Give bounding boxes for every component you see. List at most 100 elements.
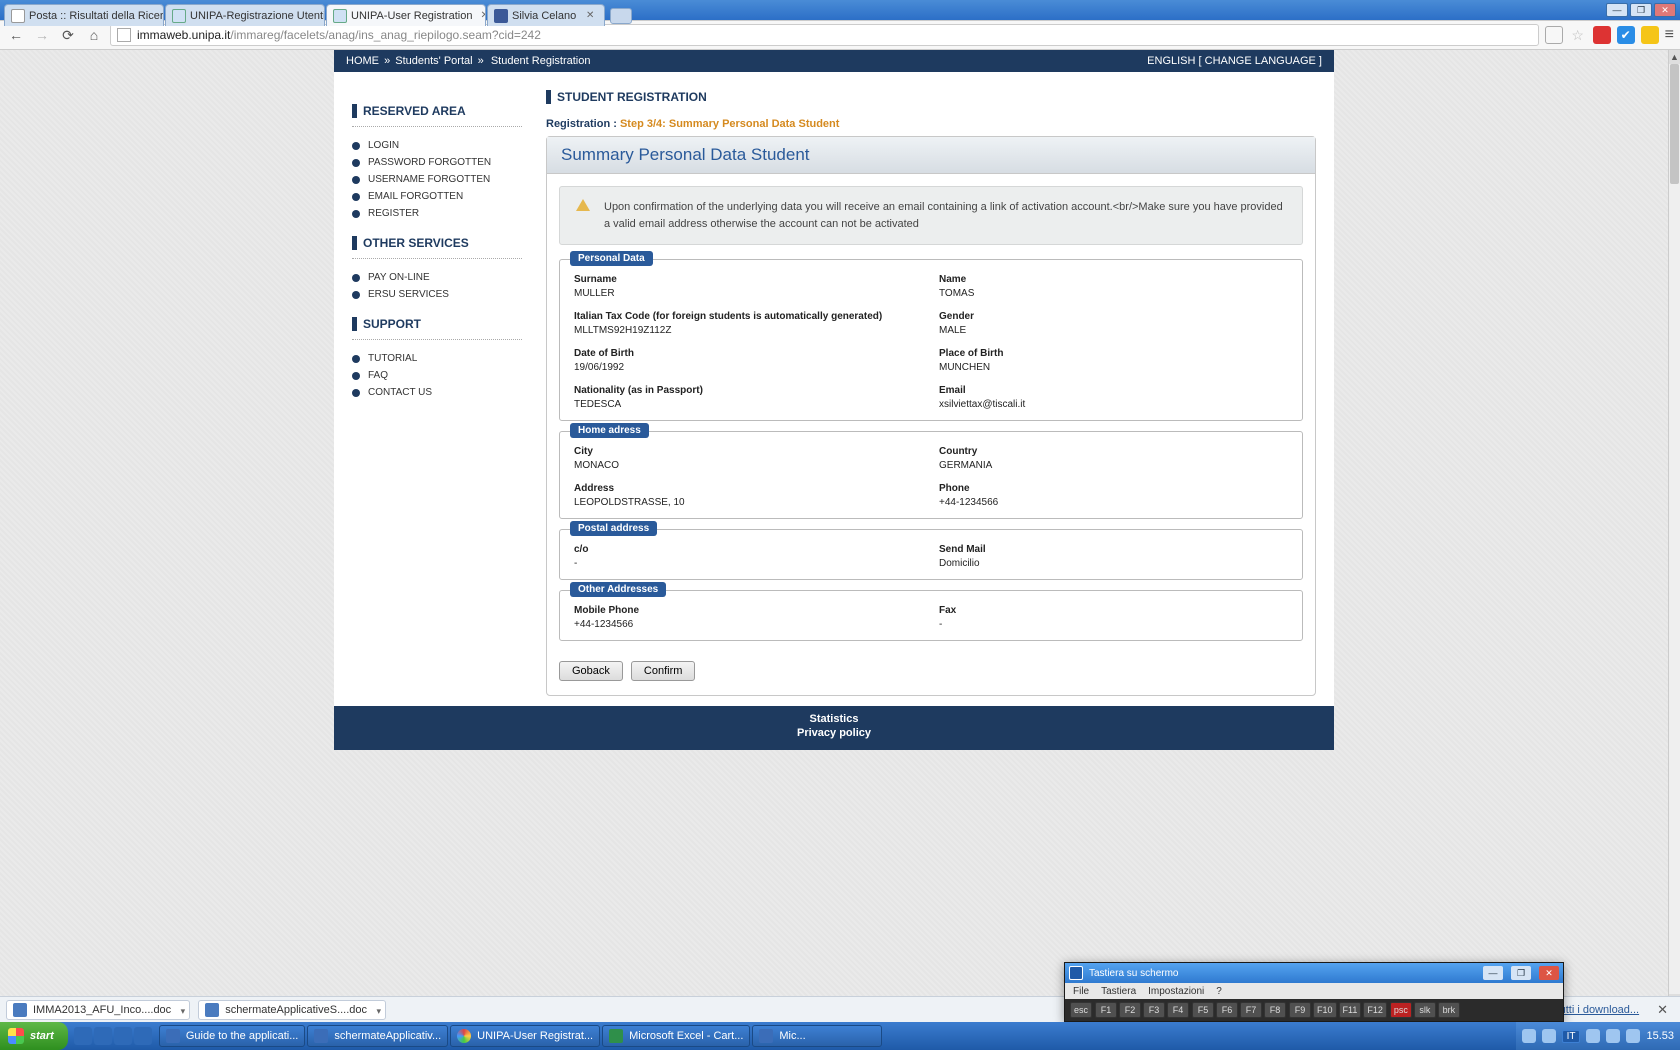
breadcrumb-portal[interactable]: Students' Portal bbox=[395, 55, 472, 67]
extension-icon[interactable] bbox=[1593, 26, 1611, 44]
goback-button[interactable]: Goback bbox=[559, 661, 623, 681]
footer-statistics[interactable]: Statistics bbox=[334, 712, 1334, 726]
taskbar-app-button[interactable]: UNIPA-User Registrat... bbox=[450, 1025, 600, 1047]
sidebar-item[interactable]: CONTACT US bbox=[352, 384, 522, 401]
home-address-group: Home adress CityMONACOCountryGERMANIAAdd… bbox=[559, 431, 1303, 519]
close-download-shelf-icon[interactable]: ✕ bbox=[1657, 1002, 1668, 1018]
osk-key[interactable]: brk bbox=[1438, 1002, 1460, 1018]
back-button[interactable]: ← bbox=[6, 25, 26, 45]
sidebar-item[interactable]: USERNAME FORGOTTEN bbox=[352, 171, 522, 188]
osk-key[interactable]: F8 bbox=[1264, 1002, 1286, 1018]
sidebar-item[interactable]: PASSWORD FORGOTTEN bbox=[352, 154, 522, 171]
field: Phone+44-1234566 bbox=[939, 483, 1288, 508]
osk-menu-item[interactable]: ? bbox=[1216, 986, 1222, 997]
osk-key[interactable]: F12 bbox=[1363, 1002, 1387, 1018]
language-indicator[interactable]: IT bbox=[1562, 1030, 1581, 1043]
vertical-scrollbar[interactable]: ▲ ▼ bbox=[1668, 50, 1680, 1008]
osk-key[interactable]: F9 bbox=[1289, 1002, 1311, 1018]
sidebar-item[interactable]: EMAIL FORGOTTEN bbox=[352, 188, 522, 205]
osk-key[interactable]: F10 bbox=[1313, 1002, 1337, 1018]
tab-close-icon[interactable]: ✕ bbox=[584, 10, 596, 22]
osk-key[interactable]: F4 bbox=[1167, 1002, 1189, 1018]
ql-media-icon[interactable] bbox=[134, 1027, 152, 1045]
sidebar-item[interactable]: REGISTER bbox=[352, 205, 522, 222]
start-button[interactable]: start bbox=[0, 1022, 68, 1050]
download-file[interactable]: schermateApplicativeS....doc ▾ bbox=[198, 1000, 386, 1020]
osk-key[interactable]: F5 bbox=[1192, 1002, 1214, 1018]
osk-key[interactable]: slk bbox=[1414, 1002, 1436, 1018]
osk-key[interactable]: F11 bbox=[1339, 1002, 1362, 1018]
osk-key[interactable]: F3 bbox=[1143, 1002, 1165, 1018]
browser-menu-icon[interactable]: ≡ bbox=[1665, 26, 1674, 44]
home-button[interactable]: ⌂ bbox=[84, 25, 104, 45]
breadcrumb-home[interactable]: HOME bbox=[346, 55, 379, 67]
scroll-thumb[interactable] bbox=[1670, 64, 1679, 184]
scroll-up-arrow[interactable]: ▲ bbox=[1669, 50, 1680, 64]
osk-close-button[interactable]: ✕ bbox=[1539, 966, 1559, 980]
address-bar[interactable]: immaweb.unipa.it/immareg/facelets/anag/i… bbox=[110, 24, 1539, 46]
osk-menu-item[interactable]: Impostazioni bbox=[1148, 986, 1204, 997]
sidebar-item[interactable]: FAQ bbox=[352, 367, 522, 384]
taskbar-app-button[interactable]: Guide to the applicati... bbox=[159, 1025, 306, 1047]
sidebar-item[interactable]: ERSU SERVICES bbox=[352, 286, 522, 303]
browser-tab[interactable]: UNIPA-Registrazione Utenti ✕ bbox=[165, 4, 325, 26]
minimize-button[interactable]: — bbox=[1606, 3, 1628, 17]
ql-ie-icon[interactable] bbox=[74, 1027, 92, 1045]
tray-network-icon[interactable] bbox=[1542, 1029, 1556, 1043]
osk-key[interactable]: esc bbox=[1070, 1002, 1092, 1018]
browser-tab[interactable]: Posta :: Risultati della Ricerc ✕ bbox=[4, 4, 164, 26]
reload-button[interactable]: ⟳ bbox=[58, 25, 78, 45]
maximize-button[interactable]: ❐ bbox=[1630, 3, 1652, 17]
footer-privacy[interactable]: Privacy policy bbox=[334, 726, 1334, 740]
browser-tab-active[interactable]: UNIPA-User Registration ✕ bbox=[326, 4, 486, 26]
extension-icon[interactable] bbox=[1641, 26, 1659, 44]
translate-icon[interactable] bbox=[1545, 26, 1563, 44]
taskbar-app-label: Mic... bbox=[779, 1030, 805, 1042]
window-close-button[interactable]: ✕ bbox=[1654, 3, 1676, 17]
osk-key[interactable]: psc bbox=[1390, 1002, 1412, 1018]
osk-minimize-button[interactable]: — bbox=[1483, 966, 1503, 980]
tray-printer-icon[interactable] bbox=[1522, 1029, 1536, 1043]
tray-shield-icon[interactable] bbox=[1606, 1029, 1620, 1043]
field-label: City bbox=[574, 446, 923, 457]
bookmark-star-icon[interactable]: ☆ bbox=[1569, 26, 1587, 44]
osk-maximize-button[interactable]: ❐ bbox=[1511, 966, 1531, 980]
field-value: Domicilio bbox=[939, 558, 1288, 569]
osk-menu-item[interactable]: File bbox=[1073, 986, 1089, 997]
taskbar-app-button[interactable]: Microsoft Excel - Cart... bbox=[602, 1025, 750, 1047]
field: Fax- bbox=[939, 605, 1288, 630]
osk-key[interactable]: F6 bbox=[1216, 1002, 1238, 1018]
osk-key[interactable]: F1 bbox=[1095, 1002, 1117, 1018]
sidebar-item[interactable]: LOGIN bbox=[352, 137, 522, 154]
sidebar-item[interactable]: PAY ON-LINE bbox=[352, 269, 522, 286]
osk-titlebar[interactable]: Tastiera su schermo — ❐ ✕ bbox=[1065, 963, 1563, 983]
field-label: Name bbox=[939, 274, 1288, 285]
site-icon bbox=[172, 9, 186, 23]
osk-key[interactable]: F7 bbox=[1240, 1002, 1262, 1018]
tray-volume-icon[interactable] bbox=[1586, 1029, 1600, 1043]
field-label: Phone bbox=[939, 483, 1288, 494]
chevron-down-icon[interactable]: ▾ bbox=[377, 1006, 382, 1017]
onscreen-keyboard[interactable]: Tastiera su schermo — ❐ ✕ File Tastiera … bbox=[1064, 962, 1564, 1022]
browser-tab[interactable]: Silvia Celano ✕ bbox=[487, 4, 605, 26]
ql-desktop-icon[interactable] bbox=[114, 1027, 132, 1045]
chevron-down-icon[interactable]: ▾ bbox=[181, 1006, 186, 1017]
taskbar-app-button[interactable]: Mic... bbox=[752, 1025, 882, 1047]
change-language-link[interactable]: ENGLISH [ CHANGE LANGUAGE ] bbox=[1147, 55, 1322, 67]
new-tab-button[interactable] bbox=[610, 8, 632, 24]
confirm-button[interactable]: Confirm bbox=[631, 661, 696, 681]
tab-title: Silvia Celano bbox=[512, 10, 576, 22]
tray-clock[interactable]: 15.53 bbox=[1646, 1030, 1674, 1042]
taskbar-app-button[interactable]: schermateApplicativ... bbox=[307, 1025, 448, 1047]
field-value: MUNCHEN bbox=[939, 362, 1288, 373]
osk-menu-item[interactable]: Tastiera bbox=[1101, 986, 1136, 997]
forward-button[interactable]: → bbox=[32, 25, 52, 45]
download-file[interactable]: IMMA2013_AFU_Inco....doc ▾ bbox=[6, 1000, 190, 1020]
ql-mail-icon[interactable] bbox=[94, 1027, 112, 1045]
tray-app-icon[interactable] bbox=[1626, 1029, 1640, 1043]
sidebar-item[interactable]: TUTORIAL bbox=[352, 350, 522, 367]
sidebar: RESERVED AREALOGINPASSWORD FORGOTTENUSER… bbox=[352, 90, 522, 696]
extension-icon[interactable]: ✔ bbox=[1617, 26, 1635, 44]
osk-key[interactable]: F2 bbox=[1119, 1002, 1141, 1018]
tab-close-icon[interactable]: ✕ bbox=[480, 10, 486, 22]
